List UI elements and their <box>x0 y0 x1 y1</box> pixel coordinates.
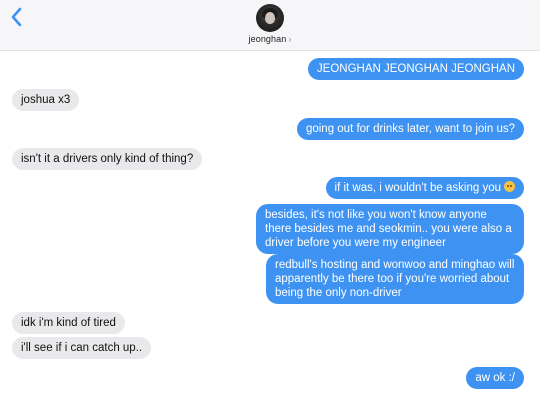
message-text: aw ok :/ <box>475 372 515 384</box>
message-text: besides, it's not like you won't know an… <box>265 209 512 249</box>
message-bubble-sent[interactable]: aw ok :/ <box>466 367 524 389</box>
message-text: going out for drinks later, want to join… <box>305 123 515 135</box>
chevron-right-icon: › <box>288 34 292 44</box>
chevron-left-icon <box>11 7 22 27</box>
message-bubble-received[interactable]: idk i'm kind of tired <box>12 312 125 334</box>
message-text: if it was, i wouldn't be asking you <box>334 182 501 194</box>
message-text: idk i'm kind of tired <box>21 317 116 329</box>
conversation-header: jeonghan › <box>0 0 540 51</box>
message-text: JEONGHAN JEONGHAN JEONGHAN <box>316 63 515 75</box>
message-text: i'll see if i can catch up.. <box>21 342 143 354</box>
message-text: redbull's hosting and wonwoo and minghao… <box>275 259 515 299</box>
contact-avatar[interactable] <box>256 4 284 32</box>
message-bubble-received[interactable]: isn't it a drivers only kind of thing? <box>12 148 203 170</box>
message-bubble-sent[interactable]: JEONGHAN JEONGHAN JEONGHAN <box>307 58 524 80</box>
message-bubble-sent[interactable]: besides, it's not like you won't know an… <box>256 204 524 254</box>
message-bubble-received[interactable]: i'll see if i can catch up.. <box>12 337 152 359</box>
back-button[interactable] <box>6 4 28 30</box>
contact-name-button[interactable]: jeonghan › <box>0 34 540 44</box>
message-bubble-sent[interactable]: going out for drinks later, want to join… <box>296 118 524 140</box>
smirk-emoji-icon <box>504 181 515 192</box>
message-bubble-sent[interactable]: redbull's hosting and wonwoo and minghao… <box>266 254 524 304</box>
message-bubble-sent[interactable]: if it was, i wouldn't be asking you <box>325 177 524 199</box>
contact-name: jeonghan <box>248 34 287 44</box>
message-text: joshua x3 <box>21 94 71 106</box>
message-text: isn't it a drivers only kind of thing? <box>21 153 194 165</box>
message-bubble-received[interactable]: joshua x3 <box>12 89 80 111</box>
